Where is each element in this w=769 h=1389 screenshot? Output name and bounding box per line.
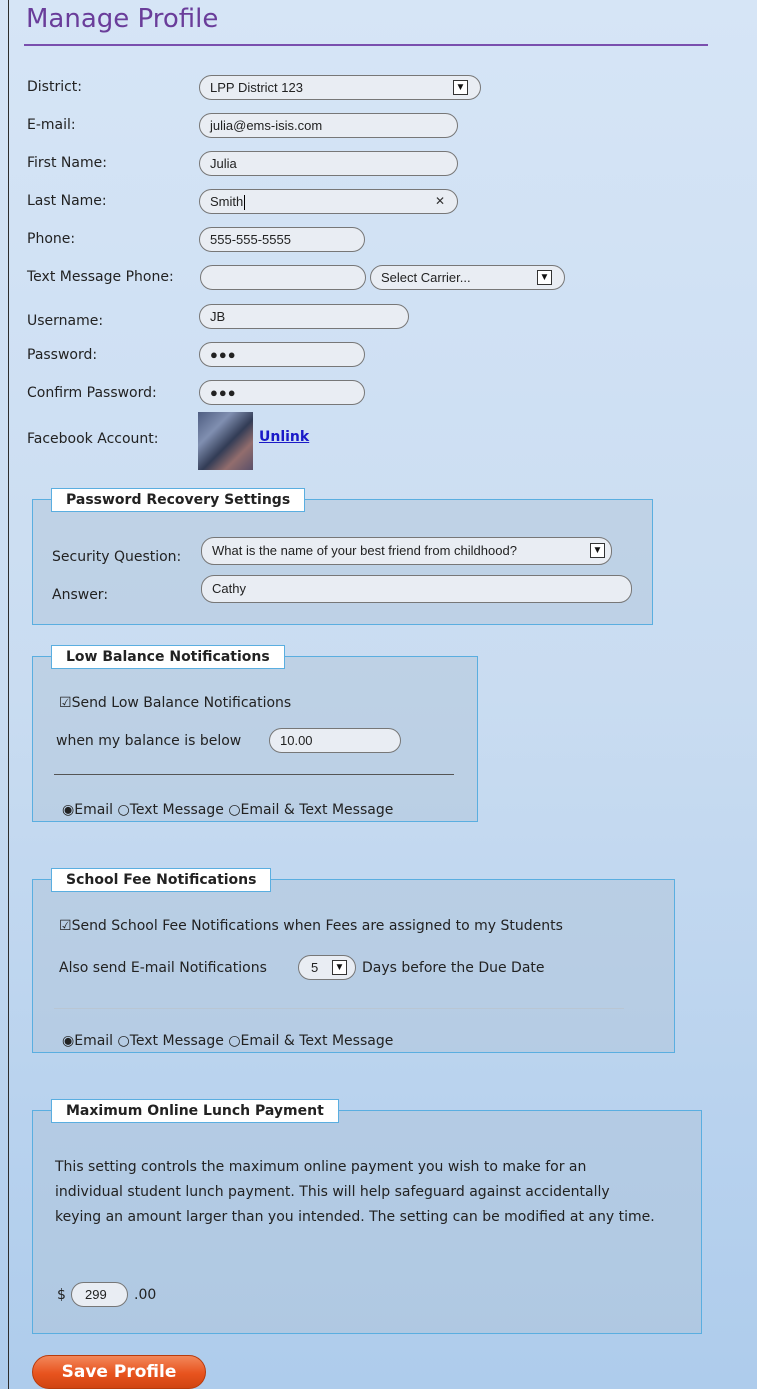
email-value: julia@ems-isis.com	[210, 118, 323, 133]
max-payment-description: This setting controls the maximum online…	[55, 1159, 655, 1225]
last-name-label: Last Name:	[27, 193, 107, 209]
chevron-down-icon: ▼	[590, 543, 605, 558]
radio-text-message[interactable]: ○Text Message	[118, 1033, 224, 1049]
radio-email-label: Email	[74, 802, 114, 818]
radio-off-icon: ○	[228, 1033, 241, 1049]
radio-off-icon: ○	[228, 802, 241, 818]
page-title: Manage Profile	[26, 4, 219, 34]
currency-symbol: $	[57, 1287, 66, 1303]
confirm-password-mask: ●●●	[210, 385, 237, 400]
unlink-link[interactable]: Unlink	[259, 429, 309, 445]
left-border	[8, 0, 9, 1389]
first-name-label: First Name:	[27, 155, 107, 171]
days-suffix-label: Days before the Due Date	[362, 960, 545, 976]
district-label: District:	[27, 79, 83, 95]
low-balance-legend: Low Balance Notifications	[51, 645, 285, 669]
checkbox-checked-icon: ☑	[59, 695, 72, 711]
password-recovery-legend: Password Recovery Settings	[51, 488, 306, 512]
carrier-value: Select Carrier...	[381, 270, 471, 285]
low-balance-checkbox-label: Send Low Balance Notifications	[71, 695, 292, 711]
days-value: 5	[311, 960, 319, 975]
security-question-label: Security Question:	[52, 549, 182, 565]
email-label: E-mail:	[27, 117, 76, 133]
also-send-label: Also send E-mail Notifications	[59, 960, 267, 976]
divider	[54, 774, 454, 775]
security-question-value: What is the name of your best friend fro…	[212, 543, 517, 558]
divider	[54, 1008, 624, 1009]
radio-email-and-text[interactable]: ○Email & Text Message	[228, 1033, 393, 1049]
radio-email-label: Email	[74, 1033, 114, 1049]
username-value: JB	[210, 309, 226, 324]
radio-email-and-text-label: Email & Text Message	[240, 1033, 394, 1049]
title-underline	[24, 44, 708, 46]
chevron-down-icon: ▼	[332, 960, 347, 975]
radio-email[interactable]: ◉Email	[62, 1033, 113, 1049]
school-fee-checkbox[interactable]: ☑Send School Fee Notifications when Fees…	[59, 918, 563, 934]
radio-on-icon: ◉	[62, 802, 75, 818]
radio-on-icon: ◉	[62, 1033, 75, 1049]
district-value: LPP District 123	[210, 80, 303, 95]
phone-label: Phone:	[27, 231, 76, 247]
first-name-value: Julia	[210, 156, 237, 171]
district-select[interactable]: LPP District 123 ▼	[199, 75, 481, 100]
low-balance-radio-group: ◉Email ○Text Message ○Email & Text Messa…	[62, 802, 393, 818]
days-select[interactable]: 5 ▼	[298, 955, 356, 980]
password-mask: ●●●	[210, 347, 237, 362]
answer-value: Cathy	[212, 581, 246, 596]
save-profile-button[interactable]: Save Profile	[32, 1355, 206, 1389]
email-field[interactable]: julia@ems-isis.com	[199, 113, 458, 138]
facebook-avatar	[198, 412, 253, 470]
radio-text-message-label: Text Message	[129, 802, 224, 818]
radio-off-icon: ○	[117, 1033, 130, 1049]
radio-email-and-text-label: Email & Text Message	[240, 802, 394, 818]
last-name-value: Smith	[210, 194, 244, 209]
school-fee-legend: School Fee Notifications	[51, 868, 272, 892]
answer-field[interactable]: Cathy	[201, 575, 632, 603]
radio-email-and-text[interactable]: ○Email & Text Message	[228, 802, 393, 818]
radio-email[interactable]: ◉Email	[62, 802, 113, 818]
low-balance-checkbox[interactable]: ☑Send Low Balance Notifications	[59, 695, 291, 711]
text-phone-field[interactable]	[200, 265, 366, 290]
username-label: Username:	[27, 313, 104, 329]
radio-text-message-label: Text Message	[129, 1033, 224, 1049]
phone-field[interactable]: 555-555-5555	[199, 227, 365, 252]
first-name-field[interactable]: Julia	[199, 151, 458, 176]
username-field[interactable]: JB	[199, 304, 409, 329]
checkbox-checked-icon: ☑	[59, 918, 72, 934]
text-phone-label: Text Message Phone:	[27, 269, 174, 285]
password-label: Password:	[27, 347, 98, 363]
chevron-down-icon: ▼	[453, 80, 468, 95]
max-payment-legend: Maximum Online Lunch Payment	[51, 1099, 339, 1123]
text-cursor	[244, 195, 246, 211]
clear-x-icon[interactable]: ✕	[435, 190, 445, 213]
radio-text-message[interactable]: ○Text Message	[118, 802, 224, 818]
security-question-select[interactable]: What is the name of your best friend fro…	[201, 537, 612, 565]
max-amount-value: 299	[85, 1287, 107, 1302]
cents-suffix: .00	[134, 1287, 157, 1303]
max-amount-field[interactable]: 299	[71, 1282, 128, 1307]
threshold-field[interactable]: 10.00	[269, 728, 401, 753]
threshold-value: 10.00	[280, 733, 313, 748]
school-fee-radio-group: ◉Email ○Text Message ○Email & Text Messa…	[62, 1033, 393, 1049]
confirm-password-label: Confirm Password:	[27, 385, 157, 401]
carrier-select[interactable]: Select Carrier... ▼	[370, 265, 565, 290]
answer-label: Answer:	[52, 587, 109, 603]
password-field[interactable]: ●●●	[199, 342, 365, 367]
chevron-down-icon: ▼	[537, 270, 552, 285]
phone-value: 555-555-5555	[210, 232, 291, 247]
school-fee-checkbox-label: Send School Fee Notifications when Fees …	[71, 918, 563, 934]
threshold-label: when my balance is below	[56, 733, 242, 749]
radio-off-icon: ○	[117, 802, 130, 818]
window-edge	[757, 0, 769, 1389]
facebook-label: Facebook Account:	[27, 431, 159, 447]
last-name-field[interactable]: Smith ✕	[199, 189, 458, 214]
confirm-password-field[interactable]: ●●●	[199, 380, 365, 405]
